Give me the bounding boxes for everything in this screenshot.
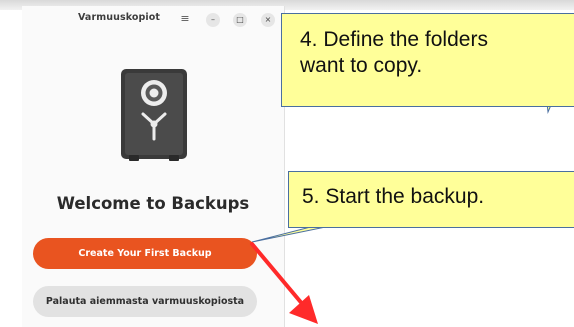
red-arrow-head: [289, 295, 318, 324]
callout-step-5: 5. Start the backup.: [288, 171, 574, 228]
callout-4-line2: want to copy.: [300, 54, 423, 77]
callout-4-line1: 4. Define the folders: [300, 28, 488, 51]
callout-5-text: 5. Start the backup.: [302, 185, 485, 208]
red-arrow-line: [250, 242, 306, 308]
callout-step-4: 4. Define the folders want to copy.: [281, 13, 574, 107]
